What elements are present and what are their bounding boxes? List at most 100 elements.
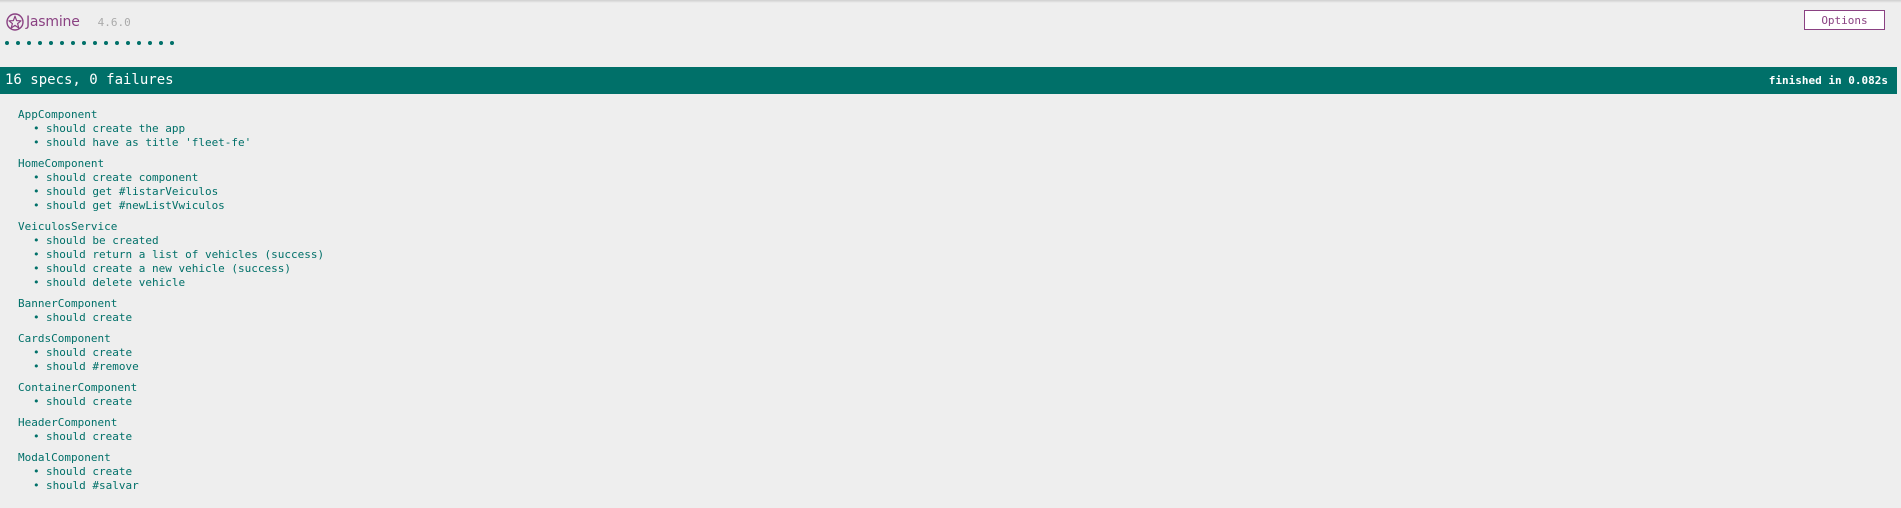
spec-list: • should create bbox=[18, 311, 324, 325]
overall-result[interactable]: 16 specs, 0 failures bbox=[5, 72, 174, 88]
spec-item[interactable]: • should have as title 'fleet-fe' bbox=[18, 136, 324, 150]
suite: ContainerComponent • should create bbox=[18, 381, 324, 409]
bullet-icon: • bbox=[33, 311, 40, 324]
bullet-icon: • bbox=[33, 276, 40, 289]
suite-name[interactable]: AppComponent bbox=[18, 108, 324, 122]
passed-spec-dot[interactable] bbox=[126, 41, 130, 45]
bullet-icon: • bbox=[33, 465, 40, 478]
passed-spec-dot[interactable] bbox=[159, 41, 163, 45]
suite: AppComponent • should create the app • shoul… bbox=[18, 108, 324, 150]
spec-description[interactable]: should have as title 'fleet-fe' bbox=[46, 136, 251, 149]
bullet-icon: • bbox=[33, 185, 40, 198]
suite: ModalComponent • should create • should #sal… bbox=[18, 451, 324, 493]
bullet-icon: • bbox=[33, 171, 40, 184]
spec-description[interactable]: should get #newListVwiculos bbox=[46, 199, 225, 212]
spec-item[interactable]: • should create bbox=[18, 465, 324, 479]
bullet-icon: • bbox=[33, 234, 40, 247]
options-button[interactable]: Options bbox=[1804, 10, 1885, 30]
passed-spec-dot[interactable] bbox=[82, 41, 86, 45]
spec-item[interactable]: • should create a new vehicle (success) bbox=[18, 262, 324, 276]
suite: BannerComponent • should create bbox=[18, 297, 324, 325]
spec-list: • should create component • should get #lis… bbox=[18, 171, 324, 213]
top-shadow bbox=[0, 0, 1901, 3]
spec-item[interactable]: • should create bbox=[18, 346, 324, 360]
spec-item[interactable]: • should create bbox=[18, 311, 324, 325]
spec-description[interactable]: should #salvar bbox=[46, 479, 139, 492]
passed-spec-dot[interactable] bbox=[49, 41, 53, 45]
suite-name[interactable]: VeiculosService bbox=[18, 220, 324, 234]
passed-spec-dot[interactable] bbox=[137, 41, 141, 45]
suite-name[interactable]: HomeComponent bbox=[18, 157, 324, 171]
spec-item[interactable]: • should create the app bbox=[18, 122, 324, 136]
jasmine-flower-icon bbox=[6, 13, 24, 31]
passed-spec-dot[interactable] bbox=[27, 41, 31, 45]
spec-item[interactable]: • should delete vehicle bbox=[18, 276, 324, 290]
bullet-icon: • bbox=[33, 395, 40, 408]
passed-spec-dot[interactable] bbox=[16, 41, 20, 45]
spec-item[interactable]: • should create bbox=[18, 395, 324, 409]
summary-bar: 16 specs, 0 failures finished in 0.082s bbox=[0, 67, 1897, 94]
spec-description[interactable]: should create component bbox=[46, 171, 198, 184]
spec-item[interactable]: • should #remove bbox=[18, 360, 324, 374]
bullet-icon: • bbox=[33, 136, 40, 149]
suite: HeaderComponent • should create bbox=[18, 416, 324, 444]
suite: CardsComponent • should create • should #rem… bbox=[18, 332, 324, 374]
results-tree: AppComponent • should create the app • shoul… bbox=[18, 108, 324, 500]
spec-list: • should be created • should return a list … bbox=[18, 234, 324, 290]
passed-spec-dot[interactable] bbox=[115, 41, 119, 45]
spec-description[interactable]: should create a new vehicle (success) bbox=[46, 262, 291, 275]
spec-list: • should create the app • should have as ti… bbox=[18, 122, 324, 150]
bullet-icon: • bbox=[33, 122, 40, 135]
spec-item[interactable]: • should create bbox=[18, 430, 324, 444]
spec-description[interactable]: should #remove bbox=[46, 360, 139, 373]
spec-item[interactable]: • should #salvar bbox=[18, 479, 324, 493]
spec-description[interactable]: should create bbox=[46, 346, 132, 359]
suite: VeiculosService • should be created • should… bbox=[18, 220, 324, 290]
spec-list: • should create bbox=[18, 395, 324, 409]
spec-description[interactable]: should return a list of vehicles (succes… bbox=[46, 248, 324, 261]
jasmine-version: 4.6.0 bbox=[97, 15, 131, 29]
bullet-icon: • bbox=[33, 199, 40, 212]
spec-item[interactable]: • should return a list of vehicles (succe… bbox=[18, 248, 324, 262]
spec-description[interactable]: should create bbox=[46, 465, 132, 478]
suite-name[interactable]: ModalComponent bbox=[18, 451, 324, 465]
passed-spec-dot[interactable] bbox=[104, 41, 108, 45]
passed-spec-dot[interactable] bbox=[148, 41, 152, 45]
spec-description[interactable]: should delete vehicle bbox=[46, 276, 185, 289]
passed-spec-dot[interactable] bbox=[93, 41, 97, 45]
spec-list: • should create bbox=[18, 430, 324, 444]
spec-description[interactable]: should get #listarVeiculos bbox=[46, 185, 218, 198]
passed-spec-dot[interactable] bbox=[60, 41, 64, 45]
spec-description[interactable]: should create bbox=[46, 430, 132, 443]
spec-description[interactable]: should create bbox=[46, 311, 132, 324]
spec-description[interactable]: should create bbox=[46, 395, 132, 408]
suite-name[interactable]: HeaderComponent bbox=[18, 416, 324, 430]
spec-list: • should create • should #remove bbox=[18, 346, 324, 374]
passed-spec-dot[interactable] bbox=[71, 41, 75, 45]
spec-description[interactable]: should be created bbox=[46, 234, 159, 247]
suite: HomeComponent • should create component • sh… bbox=[18, 157, 324, 213]
spec-description[interactable]: should create the app bbox=[46, 122, 185, 135]
suite-name[interactable]: CardsComponent bbox=[18, 332, 324, 346]
passed-spec-dot[interactable] bbox=[170, 41, 174, 45]
spec-item[interactable]: • should be created bbox=[18, 234, 324, 248]
bullet-icon: • bbox=[33, 360, 40, 373]
spec-item[interactable]: • should get #newListVwiculos bbox=[18, 199, 324, 213]
spec-progress-dots bbox=[5, 40, 181, 46]
bullet-icon: • bbox=[33, 430, 40, 443]
duration: finished in 0.082s bbox=[1768, 74, 1888, 87]
spec-list: • should create • should #salvar bbox=[18, 465, 324, 493]
jasmine-logo[interactable]: Jasmine bbox=[6, 13, 80, 31]
suite-name[interactable]: BannerComponent bbox=[18, 297, 324, 311]
suite-name[interactable]: ContainerComponent bbox=[18, 381, 324, 395]
spec-item[interactable]: • should get #listarVeiculos bbox=[18, 185, 324, 199]
bullet-icon: • bbox=[33, 479, 40, 492]
passed-spec-dot[interactable] bbox=[5, 41, 9, 45]
bullet-icon: • bbox=[33, 248, 40, 261]
passed-spec-dot[interactable] bbox=[38, 41, 42, 45]
bullet-icon: • bbox=[33, 262, 40, 275]
spec-item[interactable]: • should create component bbox=[18, 171, 324, 185]
jasmine-banner: Jasmine 4.6.0 bbox=[6, 11, 131, 33]
bullet-icon: • bbox=[33, 346, 40, 359]
jasmine-logo-text: Jasmine bbox=[26, 14, 80, 30]
